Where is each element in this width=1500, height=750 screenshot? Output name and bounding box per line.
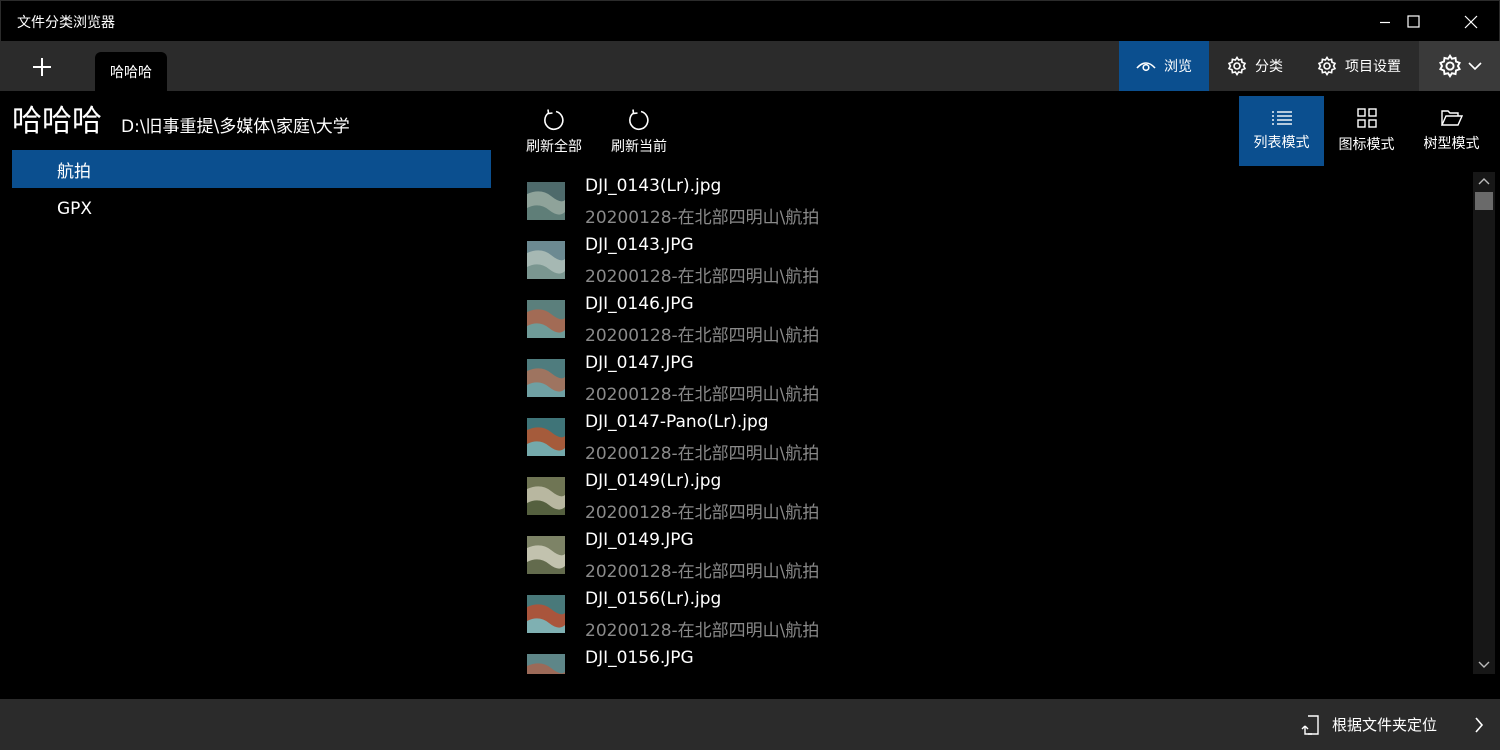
file-row[interactable]: DJI_0156.JPG20200128-在北部四明山\航拍: [521, 644, 1471, 674]
refresh-icon: [629, 109, 649, 131]
maximize-button[interactable]: [1385, 1, 1441, 42]
file-row[interactable]: DJI_0149(Lr).jpg 20200128-在北部四明山\航拍: [521, 467, 1471, 526]
nav-project-settings-label: 项目设置: [1345, 59, 1401, 75]
file-row[interactable]: DJI_0147.JPG 20200128-在北部四明山\航拍: [521, 349, 1471, 408]
file-path: 20200128-在北部四明山\航拍: [585, 503, 820, 523]
category-label: 航拍: [57, 161, 91, 182]
file-name: DJI_0147.JPG: [585, 353, 694, 373]
file-path: 20200128-在北部四明山\航拍: [585, 267, 820, 287]
chevron-right-icon: [1475, 716, 1484, 733]
tab-label: 哈哈哈: [110, 64, 152, 81]
locate-by-folder-button[interactable]: 根据文件夹定位: [1300, 699, 1437, 750]
locate-label: 根据文件夹定位: [1332, 716, 1438, 734]
file-thumbnail: [527, 418, 565, 456]
nav-classify-button[interactable]: 分类: [1210, 41, 1300, 91]
tree-mode-button[interactable]: 树型模式: [1409, 96, 1494, 166]
close-icon: [1464, 15, 1478, 28]
list-mode-label: 列表模式: [1253, 135, 1310, 151]
title-bar: 文件分类浏览器: [0, 0, 1500, 41]
file-path: 20200128-在北部四明山\航拍: [585, 621, 820, 641]
gear-icon: [1227, 56, 1247, 76]
chevron-up-icon: [1478, 178, 1490, 185]
file-row[interactable]: DJI_0149.JPG 20200128-在北部四明山\航拍: [521, 526, 1471, 585]
file-path: 20200128-在北部四明山\航拍: [585, 562, 820, 582]
list-mode-button[interactable]: 列表模式: [1239, 96, 1324, 166]
file-name: DJI_0147-Pano(Lr).jpg: [585, 412, 769, 432]
file-row[interactable]: DJI_0146.JPG 20200128-在北部四明山\航拍: [521, 290, 1471, 349]
file-path: 20200128-在北部四明山\航拍: [585, 444, 820, 464]
file-row[interactable]: DJI_0147-Pano(Lr).jpg 20200128-在北部四明山\航拍: [521, 408, 1471, 467]
next-button[interactable]: [1464, 699, 1494, 750]
file-thumbnail: [527, 359, 565, 397]
file-name: DJI_0143.JPG: [585, 235, 694, 255]
icon-mode-label: 图标模式: [1338, 137, 1395, 153]
file-thumbnail: [527, 182, 565, 220]
file-list[interactable]: DJI_0143(Lr).jpg 20200128-在北部四明山\航拍 DJI_01…: [521, 172, 1471, 674]
file-row[interactable]: DJI_0143.JPG 20200128-在北部四明山\航拍: [521, 231, 1471, 290]
nav-classify-label: 分类: [1255, 59, 1283, 75]
chevron-down-icon: [1478, 661, 1490, 668]
gear-icon: [1438, 54, 1461, 78]
app-title: 文件分类浏览器: [17, 15, 115, 31]
project-path: D:\旧事重提\多媒体\家庭\大学: [121, 117, 350, 137]
list-icon: [1271, 111, 1292, 125]
file-path: 20200128-在北部四明山\航拍: [585, 208, 820, 228]
refresh-icon: [544, 109, 564, 131]
nav-browse-button[interactable]: 浏览: [1119, 41, 1209, 91]
tree-mode-label: 树型模式: [1423, 136, 1480, 152]
file-thumbnail: [527, 300, 565, 338]
close-button[interactable]: [1443, 1, 1499, 42]
add-tab-button[interactable]: [18, 49, 66, 85]
refresh-current-button[interactable]: 刷新当前: [604, 108, 674, 158]
scroll-down-button[interactable]: [1473, 656, 1495, 674]
file-row[interactable]: DJI_0156(Lr).jpg 20200128-在北部四明山\航拍: [521, 585, 1471, 644]
category-item-aerial[interactable]: 航拍: [12, 150, 491, 188]
file-name: DJI_0149(Lr).jpg: [585, 471, 722, 491]
settings-menu-button[interactable]: [1419, 41, 1500, 91]
file-thumbnail: [527, 595, 565, 633]
bottom-bar: 根据文件夹定位: [0, 699, 1500, 750]
folder-open-icon: [1440, 110, 1463, 126]
refresh-all-button[interactable]: 刷新全部: [519, 108, 589, 158]
file-thumbnail: [527, 477, 565, 515]
file-path: 20200128-在北部四明山\航拍: [585, 326, 820, 346]
gear-icon: [1317, 56, 1337, 76]
tab-bar: 哈哈哈 浏览 分类 项目设置: [0, 41, 1500, 91]
category-label: GPX: [57, 199, 93, 219]
tab-project[interactable]: 哈哈哈: [95, 52, 167, 91]
icon-mode-button[interactable]: 图标模式: [1324, 96, 1409, 166]
scrollbar-thumb[interactable]: [1475, 192, 1493, 210]
file-thumbnail: [527, 536, 565, 574]
file-name: DJI_0156(Lr).jpg: [585, 589, 722, 609]
file-thumbnail: [527, 654, 565, 674]
file-name: DJI_0149.JPG: [585, 530, 694, 550]
file-path: 20200128-在北部四明山\航拍: [585, 385, 820, 405]
nav-browse-label: 浏览: [1164, 59, 1192, 75]
file-name: DJI_0143(Lr).jpg: [585, 176, 722, 196]
file-thumbnail: [527, 241, 565, 279]
maximize-icon: [1406, 15, 1420, 28]
refresh-all-label: 刷新全部: [526, 139, 582, 155]
scrollbar[interactable]: [1473, 172, 1495, 674]
plus-icon: [33, 58, 51, 76]
chevron-down-icon: [1467, 62, 1482, 71]
eye-icon: [1136, 62, 1156, 72]
grid-icon: [1356, 108, 1377, 128]
nav-project-settings-button[interactable]: 项目设置: [1300, 41, 1418, 91]
project-title: 哈哈哈: [12, 104, 102, 139]
refresh-current-label: 刷新当前: [611, 139, 667, 155]
scroll-up-button[interactable]: [1473, 172, 1495, 190]
file-name: DJI_0146.JPG: [585, 294, 694, 314]
file-row[interactable]: DJI_0143(Lr).jpg 20200128-在北部四明山\航拍: [521, 172, 1471, 231]
locate-folder-icon: [1301, 714, 1319, 735]
file-name: DJI_0156.JPG: [585, 648, 694, 668]
category-item-gpx[interactable]: GPX: [12, 190, 491, 228]
